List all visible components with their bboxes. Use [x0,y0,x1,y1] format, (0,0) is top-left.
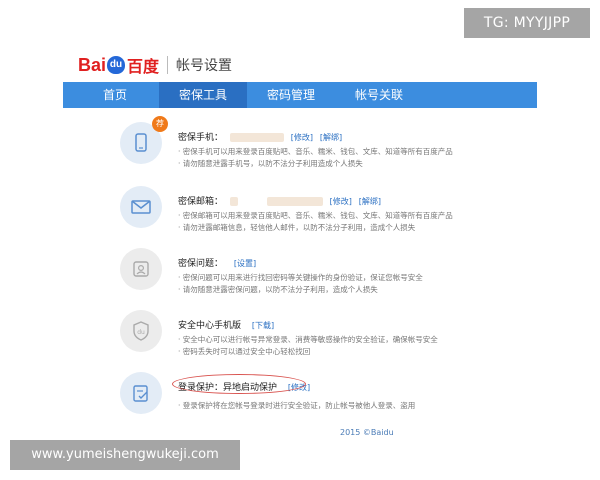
header-divider [167,56,169,74]
phone-desc-2: · 请勿随意泄露手机号，以防不法分子利用造成个人损失 [178,159,363,168]
phone-icon: 荐 [120,116,168,164]
security-center-title-row: 安全中心手机版 [下载] [178,318,274,331]
security-center-desc-2: · 密码丢失时可以通过安全中心轻松找回 [178,347,311,356]
page-title: 帐号设置 [176,58,233,74]
phone-modify-link[interactable]: [修改] [291,133,313,142]
email-redacted-a [229,197,238,206]
page-footer: 2015 ©Baidu [340,428,394,437]
email-desc-2: · 请勿泄露邮箱信息，轻信他人邮件，以防不法分子利用，造成个人损失 [178,223,416,232]
email-modify-link[interactable]: [修改] [330,197,352,206]
logo-text-cn: 百度 [127,59,160,76]
phone-number-redacted [229,133,284,142]
security-center-desc-1: · 安全中心可以进行帐号异常登录、消费等敏感操作的安全验证，确保帐号安全 [178,335,438,344]
mail-icon [120,186,162,228]
question-label: 密保问题： [178,259,224,269]
login-protect-desc-1: · 登录保护将在您帐号登录时进行安全验证，防止帐号被他人登录、盗用 [178,401,416,410]
question-desc-1: · 密保问题可以用来进行找回密码等关键操作的身份验证，保证您帐号安全 [178,273,423,282]
tab-security-tools[interactable]: 密保工具 [159,82,247,108]
email-desc-1: · 密保邮箱可以用来登录百度贴吧、音乐、糯米、钱包、文库、知道等所有百度产品 [178,211,453,220]
login-protect-icon [120,372,162,414]
question-icon [120,248,162,290]
tab-password-management[interactable]: 密码管理 [247,82,335,108]
email-title-row: 密保邮箱： [修改] [解绑] [178,194,381,207]
phone-label: 密保手机： [178,133,224,143]
page-header: Bai du 百度 帐号设置 [78,50,232,80]
watermark-website: www.yumeishengwukeji.com [10,440,240,470]
logo-paw-icon: du [107,56,126,74]
nav-bar: 首页 密保工具 密码管理 帐号关联 [63,82,537,108]
question-desc-2: · 请勿随意泄露密保问题，以防不法分子利用，造成个人损失 [178,285,378,294]
highlight-ellipse [172,374,306,394]
email-unbind-link[interactable]: [解绑] [359,197,381,206]
question-title-row: 密保问题： [设置] [178,256,256,269]
baidu-logo[interactable]: Bai du 百度 [78,53,159,77]
tab-home[interactable]: 首页 [71,82,159,108]
question-setup-link[interactable]: [设置] [234,259,256,268]
logo-text-bai: Bai [78,54,107,75]
security-center-download-link[interactable]: [下载] [252,321,274,330]
recommend-badge: 荐 [152,116,168,132]
email-label: 密保邮箱： [178,197,224,207]
watermark-tg: TG: MYYJJPP [464,8,590,38]
security-center-label: 安全中心手机版 [178,321,242,331]
phone-title-row: 密保手机： [修改] [解绑] [178,130,342,143]
shield-du-icon: du [120,310,162,352]
phone-desc-1: · 密保手机可以用来登录百度贴吧、音乐、糯米、钱包、文库、知道等所有百度产品 [178,147,453,156]
svg-text:du: du [137,329,145,336]
phone-unbind-link[interactable]: [解绑] [320,133,342,142]
tab-account-link[interactable]: 帐号关联 [335,82,423,108]
email-redacted-b [266,197,323,206]
